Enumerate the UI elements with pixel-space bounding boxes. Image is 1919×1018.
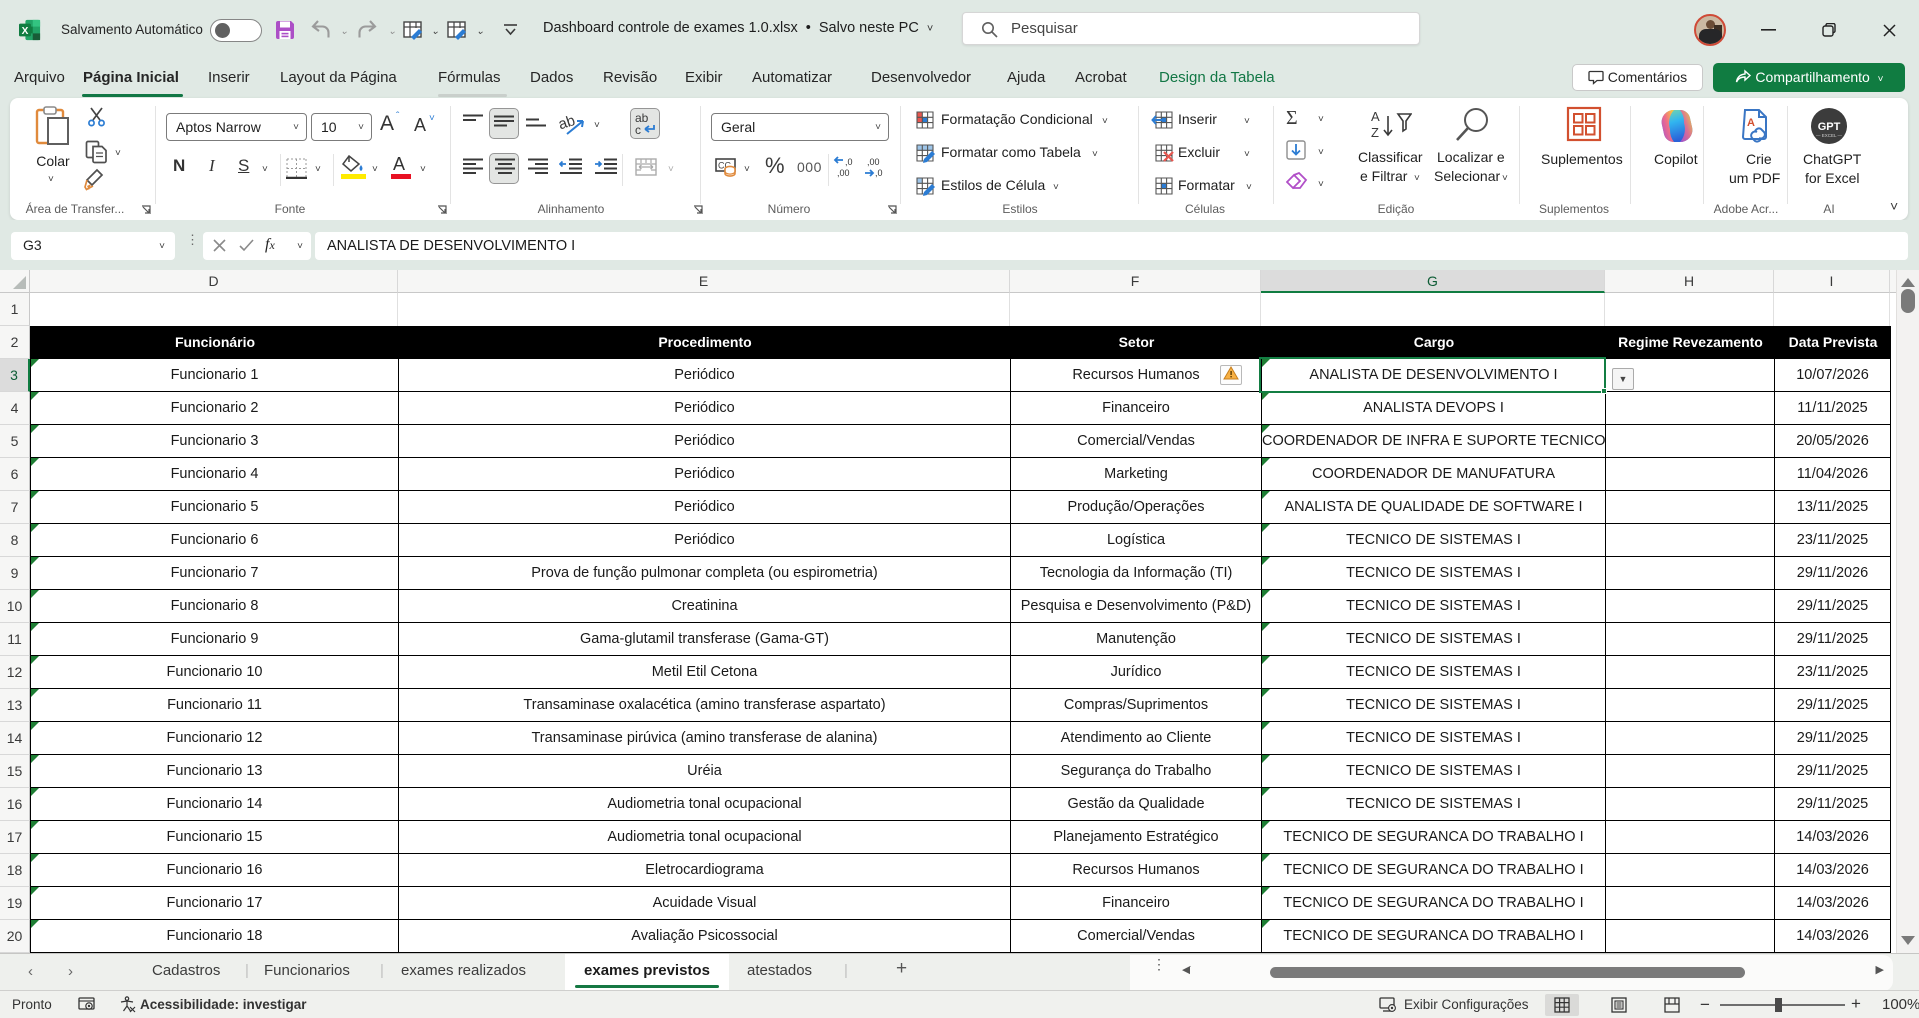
- svg-text:— EXCEL —: — EXCEL —: [1816, 133, 1843, 138]
- svg-text:c: c: [635, 123, 641, 137]
- svg-text:,0: ,0: [845, 157, 853, 167]
- svg-text:X: X: [22, 26, 29, 37]
- svg-text:GPT: GPT: [1818, 121, 1841, 133]
- svg-text:Z: Z: [1371, 125, 1379, 140]
- svg-text:ab: ab: [559, 112, 577, 133]
- svg-text:,00: ,00: [867, 157, 880, 167]
- svg-text:,00: ,00: [837, 168, 850, 178]
- svg-text:A: A: [1747, 117, 1755, 129]
- svg-text:A: A: [1371, 109, 1380, 124]
- svg-text:,0: ,0: [875, 168, 883, 178]
